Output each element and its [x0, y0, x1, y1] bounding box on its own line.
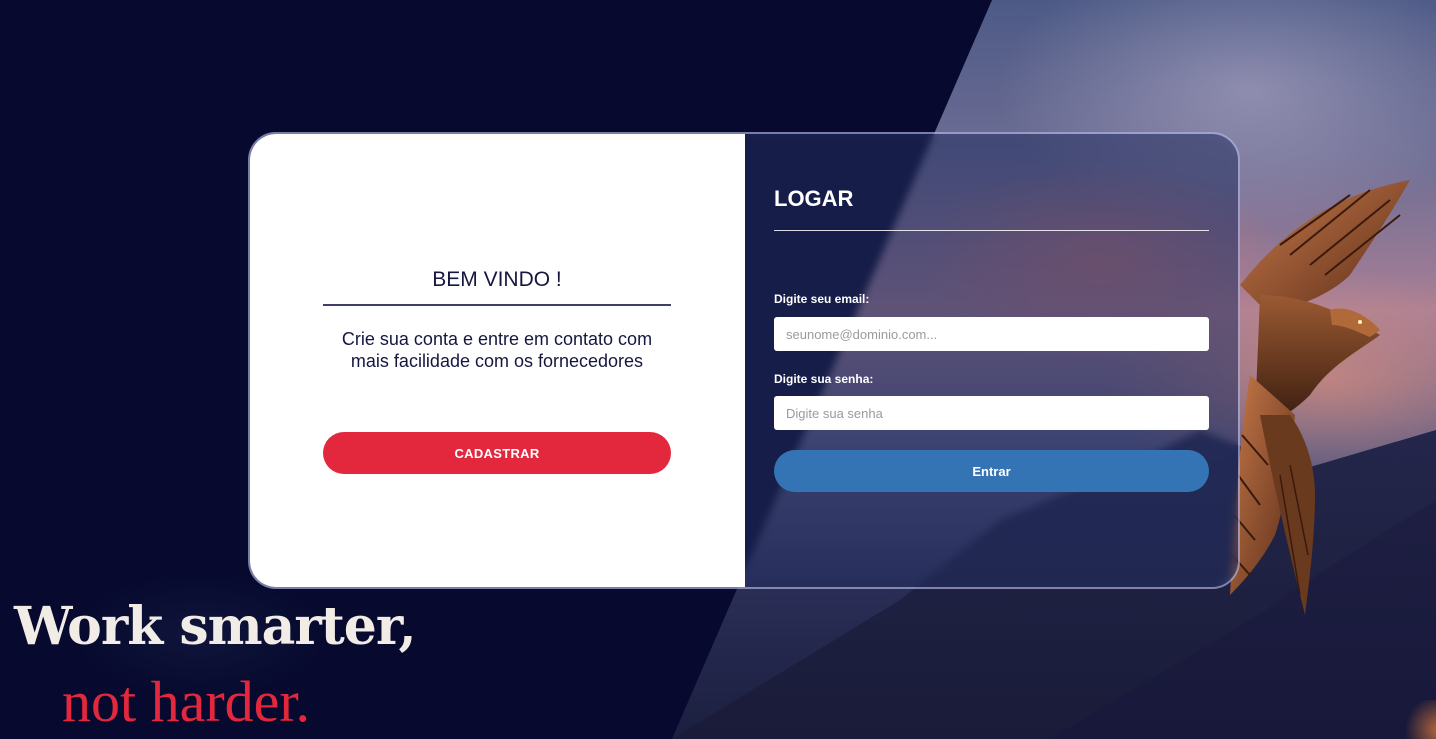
welcome-divider	[323, 304, 671, 306]
slogan-line-1: Work smarter,	[14, 596, 417, 657]
welcome-title: BEM VINDO !	[432, 268, 562, 291]
background-glow	[1400, 700, 1436, 739]
welcome-text: Crie sua conta e entre em contato com ma…	[341, 329, 653, 371]
welcome-panel: BEM VINDO ! Crie sua conta e entre em co…	[250, 134, 745, 587]
eagle-illustration	[1230, 180, 1410, 615]
login-divider	[774, 230, 1209, 231]
login-page: BEM VINDO ! Crie sua conta e entre em co…	[0, 0, 1436, 739]
email-label: Digite seu email:	[774, 292, 870, 306]
slogan-line-2: not harder.	[62, 669, 311, 734]
register-button[interactable]: CADASTRAR	[323, 432, 671, 474]
password-label: Digite sua senha:	[774, 372, 874, 386]
password-field[interactable]	[774, 396, 1209, 430]
email-field[interactable]	[774, 317, 1209, 351]
login-submit-button[interactable]: Entrar	[774, 450, 1209, 492]
login-panel: LOGAR Digite seu email: Digite sua senha…	[745, 134, 1238, 587]
login-card: BEM VINDO ! Crie sua conta e entre em co…	[248, 132, 1240, 589]
login-title: LOGAR	[774, 186, 854, 211]
